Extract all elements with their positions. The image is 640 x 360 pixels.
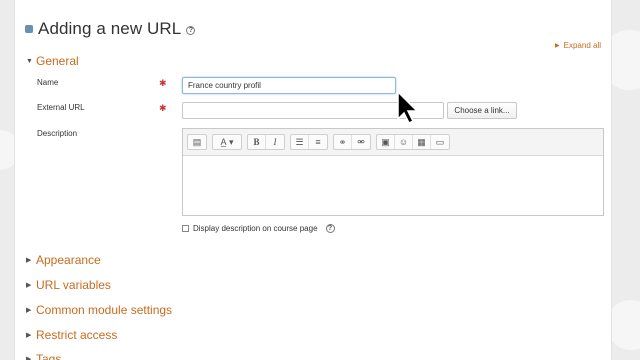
name-input[interactable] bbox=[182, 77, 396, 94]
section-appearance-label: Appearance bbox=[36, 253, 101, 267]
help-icon[interactable]: ? bbox=[325, 224, 335, 233]
font-style-icon[interactable]: A̲ ▾ bbox=[213, 135, 241, 149]
expand-all-label: Expand all bbox=[563, 41, 601, 50]
file-icon[interactable]: ▭ bbox=[431, 135, 449, 149]
display-description-row: Display description on course page ? bbox=[182, 224, 335, 233]
external-url-label: External URL bbox=[37, 103, 85, 112]
display-description-label: Display description on course page bbox=[193, 224, 318, 233]
caret-right-icon: ▶ bbox=[26, 332, 32, 339]
caret-down-icon: ▼ bbox=[26, 57, 33, 65]
caret-right-icon: ▶ bbox=[26, 257, 32, 264]
section-common-module-settings[interactable]: ▶ Common module settings bbox=[26, 303, 172, 317]
image-icon[interactable]: ▣ bbox=[377, 135, 395, 149]
section-url-variables[interactable]: ▶ URL variables bbox=[26, 278, 111, 292]
section-appearance[interactable]: ▶ Appearance bbox=[26, 253, 101, 267]
page-heading: Adding a new URL ? bbox=[25, 19, 196, 39]
display-description-checkbox[interactable] bbox=[182, 225, 189, 232]
editor-toolbar: ▤ A̲ ▾ B I ☰ ≡ ⚭ ⚮ ▣ ☺ ▦ ▭ bbox=[183, 129, 603, 156]
choose-link-label: Choose a link... bbox=[454, 106, 510, 115]
section-tags-label: Tags bbox=[36, 352, 62, 360]
name-label: Name bbox=[37, 78, 59, 87]
expand-triangle-icon: ▶ bbox=[555, 43, 560, 49]
section-restrict-access[interactable]: ▶ Restrict access bbox=[26, 328, 117, 342]
toolbar-group: B I bbox=[247, 134, 285, 150]
italic-icon[interactable]: I bbox=[266, 135, 284, 149]
required-icon: ✱ bbox=[159, 103, 167, 113]
toolbar-group: ☰ ≡ bbox=[290, 134, 328, 150]
numbered-list-icon[interactable]: ≡ bbox=[309, 135, 327, 149]
section-general[interactable]: ▼ General bbox=[26, 54, 79, 68]
caret-right-icon: ▶ bbox=[26, 282, 32, 289]
bullet-list-icon[interactable]: ☰ bbox=[291, 135, 309, 149]
section-general-label: General bbox=[36, 54, 79, 68]
toolbar-group: ▣ ☺ ▦ ▭ bbox=[376, 134, 450, 150]
url-module-icon bbox=[25, 25, 33, 33]
expand-all-link[interactable]: ▶ Expand all bbox=[555, 41, 601, 50]
page-title: Adding a new URL bbox=[38, 19, 182, 38]
description-textarea[interactable] bbox=[183, 156, 603, 215]
link-icon[interactable]: ⚭ bbox=[334, 135, 352, 149]
unlink-icon[interactable]: ⚮ bbox=[352, 135, 370, 149]
bold-icon[interactable]: B bbox=[248, 135, 266, 149]
toolbar-group: ⚭ ⚮ bbox=[333, 134, 371, 150]
section-tags[interactable]: ▶ Tags bbox=[26, 352, 61, 360]
description-label: Description bbox=[37, 129, 78, 138]
choose-link-button[interactable]: Choose a link... bbox=[447, 102, 517, 119]
toolbar-toggle-icon[interactable]: ▤ bbox=[188, 135, 206, 149]
mouse-cursor-icon bbox=[397, 91, 419, 125]
caret-right-icon: ▶ bbox=[26, 356, 32, 360]
help-icon[interactable]: ? bbox=[186, 26, 196, 35]
media-icon[interactable]: ▦ bbox=[413, 135, 431, 149]
toolbar-group: A̲ ▾ bbox=[212, 134, 242, 150]
emoticon-icon[interactable]: ☺ bbox=[395, 135, 413, 149]
required-icon: ✱ bbox=[159, 78, 167, 88]
section-restrict-access-label: Restrict access bbox=[36, 328, 118, 342]
form-page: Adding a new URL ? ▶ Expand all ▼ Genera… bbox=[14, 0, 612, 360]
section-url-variables-label: URL variables bbox=[36, 278, 111, 292]
toolbar-group: ▤ bbox=[187, 134, 207, 150]
caret-right-icon: ▶ bbox=[26, 307, 32, 314]
description-editor: ▤ A̲ ▾ B I ☰ ≡ ⚭ ⚮ ▣ ☺ ▦ ▭ bbox=[182, 128, 604, 216]
section-common-module-settings-label: Common module settings bbox=[36, 303, 173, 317]
